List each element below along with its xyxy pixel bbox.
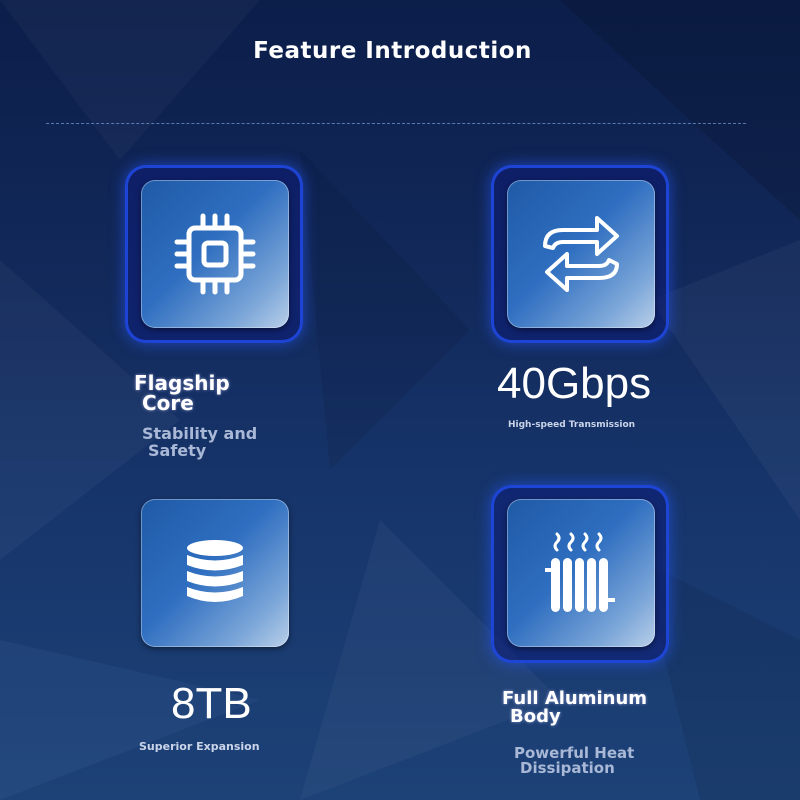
subtitle-line: Safety [148, 441, 207, 460]
transfer-arrows-icon [543, 216, 619, 292]
feature-card-core [141, 180, 289, 328]
cpu-chip-icon [174, 213, 256, 295]
feature-heading: Flagship Core [134, 373, 230, 413]
feature-subtitle: High-speed Transmission [508, 420, 636, 430]
feature-heading: Full Aluminum Body [502, 690, 647, 726]
feature-subtitle: Superior Expansion [139, 740, 260, 753]
page-title: Feature Introduction [253, 38, 532, 64]
background-pattern [0, 0, 800, 800]
feature-subtitle: Powerful Heat Dissipation [514, 746, 634, 776]
feature-value: 40Gbps [497, 359, 652, 408]
feature-value: 8TB [171, 679, 252, 728]
heading-line: Core [142, 391, 194, 415]
feature-card-speed [507, 180, 655, 328]
database-stack-icon [187, 540, 243, 602]
heading-line: Body [510, 706, 561, 727]
divider [46, 123, 746, 124]
heat-radiator-icon [545, 532, 615, 612]
heading-line: Flagship [134, 371, 230, 395]
subtitle-line: Dissipation [520, 759, 615, 777]
feature-card-body [507, 499, 655, 647]
feature-card-storage [141, 499, 289, 647]
feature-subtitle: Stability and Safety [142, 425, 257, 459]
